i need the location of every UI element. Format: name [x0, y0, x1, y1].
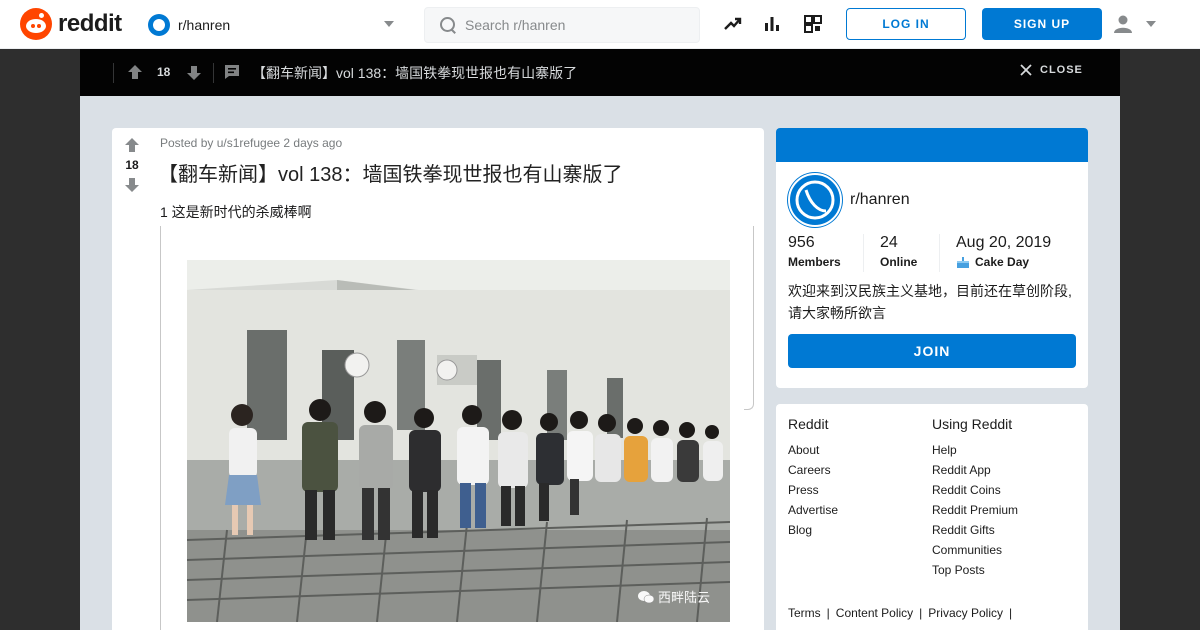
communities-icon[interactable] — [803, 14, 823, 34]
footer-link-help[interactable]: Help — [932, 440, 1018, 460]
footer-link-reddit-coins[interactable]: Reddit Coins — [932, 480, 1018, 500]
search-icon — [439, 16, 457, 34]
footer-link-reddit-gifts[interactable]: Reddit Gifts — [932, 520, 1018, 540]
members-label: Members — [788, 255, 841, 269]
user-menu-dropdown[interactable] — [1112, 12, 1162, 36]
chevron-down-icon — [384, 21, 394, 27]
reddit-logo[interactable]: reddit — [20, 8, 122, 40]
downvote-arrow-icon[interactable] — [123, 176, 141, 194]
post-meta: Posted by u/s1refugee 2 days ago — [160, 136, 343, 150]
top-header: reddit r/hanren LOG IN SIGN UP — [0, 0, 1200, 49]
community-logo-icon — [795, 180, 835, 220]
community-description: 欢迎来到汉民族主义基地，目前还在草创阶段,请大家畅所欲言 — [788, 283, 1072, 321]
post-card: 18 Posted by u/s1refugee 2 days ago 【翻车新… — [112, 128, 764, 630]
post-vote-count: 18 — [125, 158, 139, 172]
photo-illustration — [187, 260, 730, 622]
cake-day-row: Cake Day — [956, 255, 1051, 269]
post-overlay-bar: 18 【翻车新闻】vol 138：墙国铁拳现世报也有山寨版了 CLOSE — [80, 49, 1120, 96]
footer-link-reddit-premium[interactable]: Reddit Premium — [932, 500, 1018, 520]
reddit-snoo-icon — [20, 8, 52, 40]
reddit-links-column: Reddit About Careers Press Advertise Blo… — [788, 416, 838, 540]
upvote-arrow-icon[interactable] — [126, 63, 144, 81]
using-reddit-links-column: Using Reddit Help Reddit App Reddit Coin… — [932, 416, 1018, 580]
user-icon — [1114, 15, 1132, 33]
cake-icon — [957, 256, 969, 268]
community-dropdown-label: r/hanren — [178, 17, 231, 33]
footer-link-privacy-policy[interactable]: Privacy Policy — [928, 606, 1003, 620]
post-image[interactable]: 西畔陆云 — [187, 260, 730, 622]
reddit-links-heading: Reddit — [788, 416, 829, 432]
upvote-arrow-icon[interactable] — [123, 136, 141, 154]
community-avatar-icon — [148, 14, 170, 36]
embed-frame-edge — [744, 226, 754, 410]
close-button[interactable]: CLOSE — [1020, 64, 1083, 76]
cake-day-stat: Aug 20, 2019 Cake Day — [956, 234, 1051, 269]
footer-link-top-posts[interactable]: Top Posts — [932, 560, 1018, 580]
footer-link-communities[interactable]: Communities — [932, 540, 1018, 560]
close-label: CLOSE — [1040, 64, 1083, 76]
members-stat: 956 Members — [788, 234, 841, 269]
community-banner — [776, 128, 1088, 162]
footer-link-reddit-app[interactable]: Reddit App — [932, 460, 1018, 480]
footer-link-careers[interactable]: Careers — [788, 460, 838, 480]
post-title: 【翻车新闻】vol 138：墙国铁拳现世报也有山寨版了 — [158, 164, 623, 186]
footer-links-card: Reddit About Careers Press Advertise Blo… — [776, 404, 1088, 630]
watermark-text: 西畔陆云 — [657, 591, 710, 606]
footer-link-press[interactable]: Press — [788, 480, 838, 500]
join-button[interactable]: JOIN — [788, 334, 1076, 368]
online-label: Online — [880, 255, 918, 269]
community-name[interactable]: r/hanren — [850, 191, 910, 209]
trending-icon[interactable] — [723, 14, 743, 34]
close-icon — [1020, 64, 1032, 76]
content-area: 18 Posted by u/s1refugee 2 days ago 【翻车新… — [80, 96, 1120, 630]
reddit-wordmark: reddit — [58, 10, 122, 37]
chevron-down-icon — [1146, 21, 1156, 27]
vote-column: 18 — [112, 128, 152, 194]
overlay-post-title: 【翻车新闻】vol 138：墙国铁拳现世报也有山寨版了 — [252, 65, 578, 81]
footer-link-blog[interactable]: Blog — [788, 520, 838, 540]
downvote-arrow-icon[interactable] — [185, 64, 203, 82]
stats-icon[interactable] — [762, 14, 782, 34]
footer-link-terms[interactable]: Terms — [788, 606, 821, 620]
post-body-text: 1 这是新时代的杀威棒啊 — [160, 204, 312, 220]
comment-icon — [225, 65, 239, 79]
log-in-button[interactable]: LOG IN — [846, 8, 966, 40]
cake-day-date: Aug 20, 2019 — [956, 234, 1052, 251]
online-stat: 24 Online — [880, 234, 917, 269]
footer-link-content-policy[interactable]: Content Policy — [836, 606, 913, 620]
members-count: 956 — [788, 234, 815, 251]
wechat-icon — [637, 590, 654, 603]
cake-day-label: Cake Day — [975, 255, 1030, 269]
footer-link-advertise[interactable]: Advertise — [788, 500, 838, 520]
search-input[interactable] — [465, 17, 695, 33]
embed-frame-edge — [160, 226, 161, 630]
sign-up-button[interactable]: SIGN UP — [982, 8, 1102, 40]
legal-links: Terms | Content Policy | Privacy Policy … — [788, 606, 1013, 620]
search-bar[interactable] — [424, 7, 700, 43]
overlay-vote-count: 18 — [157, 65, 171, 79]
footer-link-about[interactable]: About — [788, 440, 838, 460]
about-community-card: r/hanren 956 Members 24 Online Aug 20, 2… — [776, 128, 1088, 388]
community-dropdown[interactable]: r/hanren — [148, 12, 400, 38]
using-reddit-heading: Using Reddit — [932, 416, 1013, 432]
image-watermark: 西畔陆云 — [637, 587, 710, 606]
online-count: 24 — [880, 234, 898, 251]
community-avatar-icon[interactable] — [788, 173, 842, 227]
